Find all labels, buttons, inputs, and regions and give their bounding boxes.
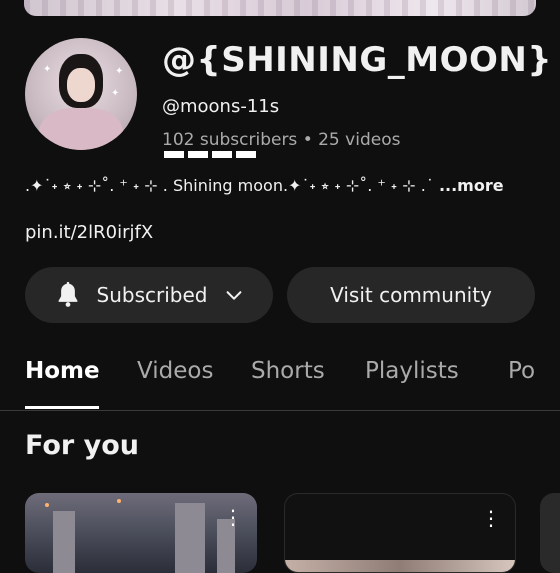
- channel-banner[interactable]: [24, 0, 536, 16]
- more-vert-icon[interactable]: ⋮: [481, 508, 501, 528]
- visit-community-label: Visit community: [330, 283, 492, 307]
- tab-posts[interactable]: Po: [508, 358, 535, 384]
- video-card[interactable]: ⋮: [284, 493, 516, 573]
- video-card[interactable]: [540, 493, 560, 573]
- thumbnail-building: [53, 511, 75, 573]
- more-link[interactable]: ...more: [439, 176, 504, 195]
- redaction-bar: [164, 151, 184, 158]
- sparkle-icon: ✦: [43, 64, 52, 75]
- active-tab-indicator: [25, 406, 99, 409]
- channel-description[interactable]: .✦˙˖ ⭒ ˖ ⊹˚. ⁺ ˖ ⊹ . Shining moon.✦˙˖ ⭒ …: [25, 176, 504, 196]
- description-text: .✦˙˖ ⭒ ˖ ⊹˚. ⁺ ˖ ⊹ . Shining moon.✦˙˖ ⭒ …: [25, 176, 434, 195]
- channel-handle: @moons-11s: [162, 96, 280, 117]
- thumbnail-light: [117, 499, 121, 503]
- channel-tabs: Home Videos Shorts Playlists Po: [0, 352, 560, 411]
- redaction-bar: [188, 151, 208, 158]
- channel-link[interactable]: pin.it/2lR0irjfX: [25, 222, 153, 243]
- sparkle-icon: ✦: [115, 66, 124, 77]
- channel-avatar[interactable]: ✦ ✦ ✦: [25, 38, 137, 150]
- chevron-down-icon: [227, 291, 242, 300]
- visit-community-button[interactable]: Visit community: [287, 267, 535, 323]
- tab-home[interactable]: Home: [25, 358, 100, 384]
- redaction-bar: [212, 151, 232, 158]
- bell-icon: [58, 281, 77, 307]
- sparkle-icon: ✦: [111, 88, 120, 99]
- video-card[interactable]: ⋮: [25, 493, 257, 573]
- thumbnail-building: [175, 503, 205, 573]
- more-vert-icon[interactable]: ⋮: [223, 507, 243, 527]
- subscribed-label: Subscribed: [96, 283, 208, 307]
- avatar-face: [67, 68, 95, 102]
- channel-title: @{SHINING_MOON}: [162, 40, 553, 80]
- channel-stats: 102 subscribers • 25 videos: [162, 130, 401, 150]
- section-title: For you: [25, 430, 139, 461]
- subscribed-button[interactable]: Subscribed: [25, 267, 273, 323]
- tab-playlists[interactable]: Playlists: [365, 358, 459, 384]
- avatar-body: [39, 108, 123, 150]
- tab-videos[interactable]: Videos: [137, 358, 213, 384]
- tab-shorts[interactable]: Shorts: [251, 358, 325, 384]
- thumbnail-light: [45, 503, 49, 507]
- redaction-bar: [236, 151, 256, 158]
- thumbnail-strip: [285, 560, 515, 572]
